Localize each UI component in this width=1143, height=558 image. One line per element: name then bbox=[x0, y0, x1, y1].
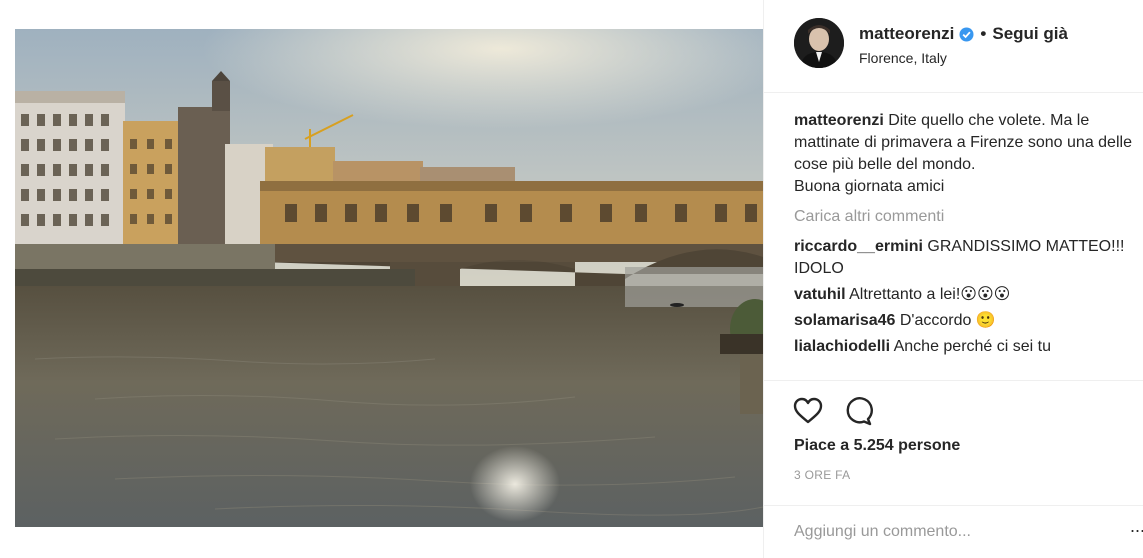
separator-dot: • bbox=[980, 24, 987, 43]
speech-bubble-icon[interactable] bbox=[842, 395, 874, 427]
post-actions: Piace a 5.254 persone 3 ORE FA ... bbox=[764, 380, 1143, 558]
comment-username[interactable]: lialachiodelli bbox=[794, 338, 890, 355]
post-timestamp[interactable]: 3 ORE FA bbox=[794, 468, 850, 482]
avatar[interactable] bbox=[794, 18, 844, 68]
comment-text: Anche perché ci sei tu bbox=[893, 338, 1052, 355]
list-item: vatuhil Altrettanto a lei!😮😮😮 bbox=[794, 284, 1139, 306]
comment-username[interactable]: vatuhil bbox=[794, 286, 846, 303]
caption-text-line2: Buona giornata amici bbox=[794, 178, 945, 195]
post-sidebar: matteorenzi • Segui già Florence, Italy … bbox=[763, 0, 1143, 558]
post-photo-area bbox=[0, 0, 763, 558]
list-item: lialachiodelli Anche perché ci sei tu bbox=[794, 336, 1139, 358]
post-caption: matteorenzi Dite quello che volete. Ma l… bbox=[794, 110, 1139, 198]
post-author: matteorenzi • Segui già bbox=[859, 24, 1068, 44]
comment-username[interactable]: solamarisa46 bbox=[794, 312, 895, 329]
add-comment-section: ... bbox=[764, 505, 1143, 558]
list-item: riccardo__ermini GRANDISSIMO MATTEO!!! I… bbox=[794, 236, 1139, 280]
comment-text: D'accordo 🙂 bbox=[899, 312, 996, 329]
likes-count[interactable]: Piace a 5.254 persone bbox=[794, 437, 960, 455]
comment-input[interactable] bbox=[794, 518, 1114, 546]
post-photo[interactable] bbox=[15, 29, 763, 527]
author-username[interactable]: matteorenzi bbox=[859, 24, 954, 44]
more-options-button[interactable]: ... bbox=[1130, 516, 1143, 546]
load-more-comments-link[interactable]: Carica altri commenti bbox=[794, 206, 1139, 228]
caption-username[interactable]: matteorenzi bbox=[794, 112, 884, 129]
heart-icon[interactable] bbox=[792, 395, 824, 427]
verified-badge-icon bbox=[959, 27, 974, 42]
list-item: solamarisa46 D'accordo 🙂 bbox=[794, 310, 1139, 332]
comment-username[interactable]: riccardo__ermini bbox=[794, 238, 923, 255]
following-button[interactable]: Segui già bbox=[992, 24, 1068, 44]
comment-text: Altrettanto a lei!😮😮😮 bbox=[849, 286, 1011, 303]
comments-list: matteorenzi Dite quello che volete. Ma l… bbox=[794, 110, 1139, 362]
post-header: matteorenzi • Segui già Florence, Italy bbox=[764, 0, 1143, 93]
post-location[interactable]: Florence, Italy bbox=[859, 50, 947, 66]
